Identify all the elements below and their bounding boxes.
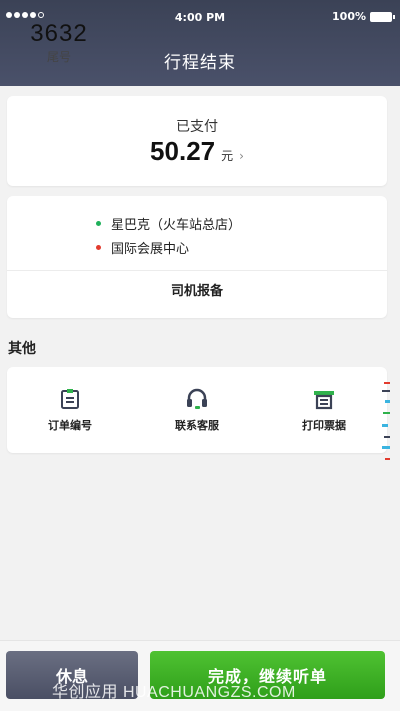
payment-amount-row[interactable]: 50.27 元 › [7,136,387,167]
printer-icon [311,387,337,411]
customer-service-button[interactable]: 联系客服 [134,367,260,453]
chevron-right-icon: › [239,149,244,163]
tail-label: 尾号 [46,50,71,64]
driver-report-button[interactable]: 司机报备 [7,280,387,299]
origin-dot-icon [96,221,101,226]
payment-status: 已支付 [176,119,218,135]
destination-dot-icon [96,245,101,250]
print-receipt-button[interactable]: 打印票据 [261,367,387,453]
customer-service-label: 联系客服 [175,419,219,432]
print-receipt-label: 打印票据 [302,419,346,432]
tail-number: 3632 [30,20,88,47]
section-label-others: 其他 [8,341,36,357]
battery-percent: 100% [332,10,366,23]
payment-unit: 元 [221,149,234,163]
headset-icon [184,387,210,411]
payment-card[interactable]: 已支付 50.27 元 › [7,96,387,186]
battery-icon [370,11,395,22]
passenger-tail: 3632 尾号 [18,20,100,65]
trip-origin: 星巴克（火车站总店） [96,214,241,233]
order-number-button[interactable]: 订单编号 [7,367,133,453]
watermark: 华创应用 HUACHUANGZS.COM [52,684,296,701]
tools-card: 订单编号 联系客服 打印票据 [7,367,387,453]
payment-amount: 50.27 [150,136,216,166]
divider [7,270,387,271]
order-number-icon [57,387,83,411]
order-number-label: 订单编号 [48,419,92,432]
origin-label: 星巴克（火车站总店） [111,218,242,233]
trip-destination: 国际会展中心 [96,238,189,257]
battery-indicator: 100% [332,10,395,23]
destination-label: 国际会展中心 [111,242,190,257]
scrollbar-artifact [382,380,392,470]
